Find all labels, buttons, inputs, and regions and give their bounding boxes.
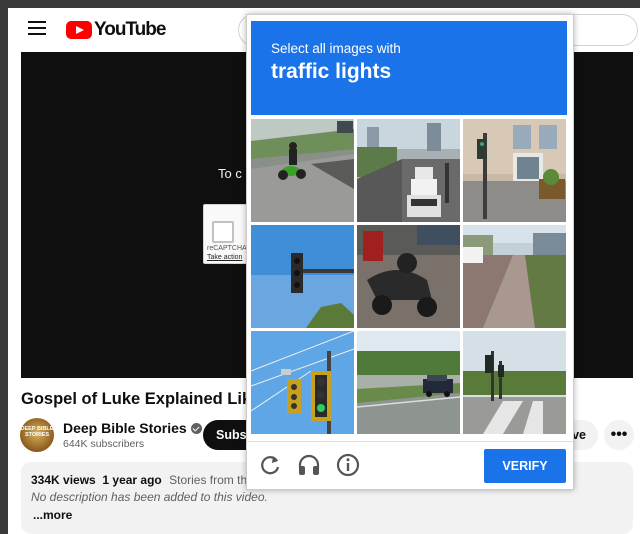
youtube-logo-text: YouTube (94, 19, 166, 40)
youtube-logo[interactable]: YouTube (66, 18, 166, 42)
recaptcha-take-action-link[interactable]: Take action (207, 254, 242, 261)
traffic-jam-street-image (357, 119, 460, 222)
captcha-footer: VERIFY (247, 441, 573, 489)
car-on-highway-image (357, 331, 460, 434)
captcha-header: Select all images with traffic lights (251, 21, 567, 115)
captcha-instruction: Select all images with (271, 41, 401, 56)
channel-avatar[interactable]: DEEP BIBLE STORIES (20, 418, 54, 452)
view-count: 334K views (31, 473, 96, 487)
recaptcha-label: reCAPTCHA (207, 245, 247, 252)
captcha-target: traffic lights (271, 60, 392, 83)
captcha-tile-8[interactable] (357, 331, 460, 434)
captcha-tile-7[interactable] (251, 331, 354, 434)
show-more-link[interactable]: ...more (33, 508, 72, 522)
more-actions-button[interactable]: ••• (604, 420, 634, 450)
sidewalk-street-image (463, 225, 566, 328)
description-text: No description has been added to this vi… (31, 490, 268, 504)
building-with-traffic-light-image (463, 119, 566, 222)
traffic-light-closeup-image (251, 331, 354, 434)
captcha-tile-5[interactable] (357, 225, 460, 328)
info-icon[interactable] (335, 452, 361, 478)
traffic-light-sky-image (251, 225, 354, 328)
captcha-image-grid (251, 119, 567, 435)
youtube-play-icon (66, 21, 92, 39)
verify-button[interactable]: VERIFY (484, 449, 566, 483)
captcha-tile-6[interactable] (463, 225, 566, 328)
description-meta: 334K views 1 year ago Stories from the B (31, 473, 265, 487)
upload-age: 1 year ago (102, 473, 162, 487)
headphones-icon[interactable] (296, 452, 322, 478)
video-title: Gospel of Luke Explained Like (21, 390, 261, 408)
captcha-tile-3[interactable] (463, 119, 566, 222)
captcha-tile-4[interactable] (251, 225, 354, 328)
captcha-tile-2[interactable] (357, 119, 460, 222)
hamburger-menu-icon[interactable] (28, 21, 46, 37)
captcha-tile-1[interactable] (251, 119, 354, 222)
recaptcha-challenge-dialog: Select all images with traffic lights VE… (246, 14, 574, 490)
recaptcha-checkbox[interactable] (212, 221, 234, 243)
parked-scooter-image (357, 225, 460, 328)
intersection-traffic-light-image (463, 331, 566, 434)
channel-name-text: Deep Bible Stories (63, 420, 187, 436)
captcha-tile-9[interactable] (463, 331, 566, 434)
subscriber-count: 644K subscribers (63, 438, 145, 450)
reload-icon[interactable] (257, 452, 283, 478)
avatar-text: DEEP BIBLE STORIES (20, 426, 54, 438)
player-message: To c (218, 166, 242, 181)
motorcycle-on-road-image (251, 119, 354, 222)
verified-badge-icon (190, 422, 202, 434)
channel-name[interactable]: Deep Bible Stories (63, 420, 202, 436)
